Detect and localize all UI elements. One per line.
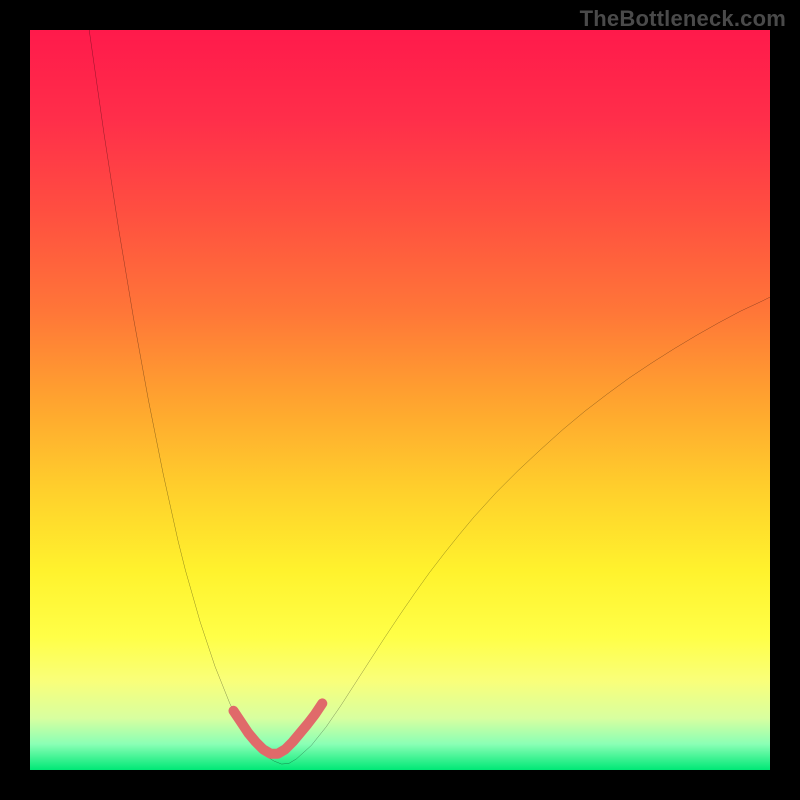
plot-area (30, 30, 770, 770)
chart-frame: TheBottleneck.com (0, 0, 800, 800)
curve-layer (30, 30, 770, 770)
series-valley-highlight (234, 703, 323, 753)
series-curve (89, 30, 770, 764)
watermark-text: TheBottleneck.com (580, 6, 786, 32)
